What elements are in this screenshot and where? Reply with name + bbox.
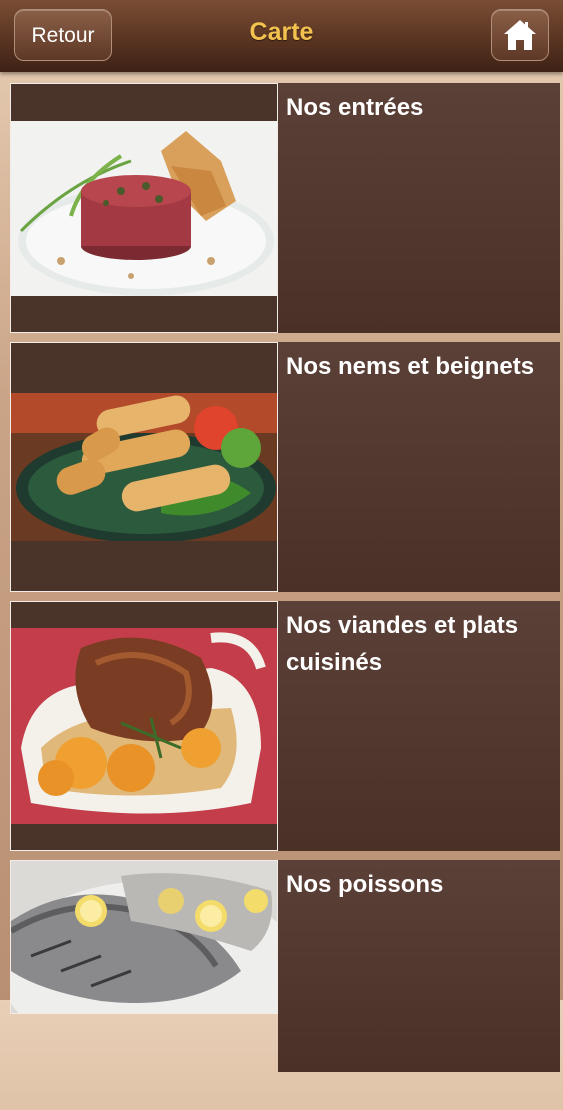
item-panel: Nos viandes et plats cuisinés — [278, 601, 560, 851]
menu-item-label: Nos viandes et plats cuisinés — [286, 612, 519, 676]
menu-item-poissons[interactable]: Nos poissons — [10, 860, 560, 1110]
item-panel: Nos nems et beignets — [278, 342, 560, 592]
item-thumbnail — [10, 342, 278, 592]
menu-item-label: Nos poissons — [286, 871, 444, 898]
item-thumbnail — [10, 860, 278, 1014]
grilled-fish-image — [11, 861, 277, 1013]
top-bar: Retour Carte — [0, 0, 563, 72]
item-thumbnail — [10, 601, 278, 851]
item-panel: Nos poissons — [278, 860, 560, 1072]
menu-item-viandes[interactable]: Nos viandes et plats cuisinés — [10, 601, 560, 851]
home-icon — [504, 20, 536, 50]
page-title: Carte — [249, 18, 314, 46]
menu-item-entrees[interactable]: Nos entrées — [10, 83, 560, 333]
menu-item-label: Nos entrées — [286, 94, 424, 121]
spring-rolls-image — [11, 393, 277, 541]
home-button[interactable] — [491, 9, 549, 61]
menu-item-nems-beignets[interactable]: Nos nems et beignets — [10, 342, 560, 592]
item-thumbnail — [10, 83, 278, 333]
menu-item-label: Nos nems et beignets — [286, 353, 535, 380]
roast-chicken-dish-image — [11, 628, 277, 824]
item-panel: Nos entrées — [278, 83, 560, 333]
menu-list: Nos entrées Nos nems et beignets Nos via… — [0, 72, 563, 1072]
steak-tartare-image — [11, 121, 277, 296]
